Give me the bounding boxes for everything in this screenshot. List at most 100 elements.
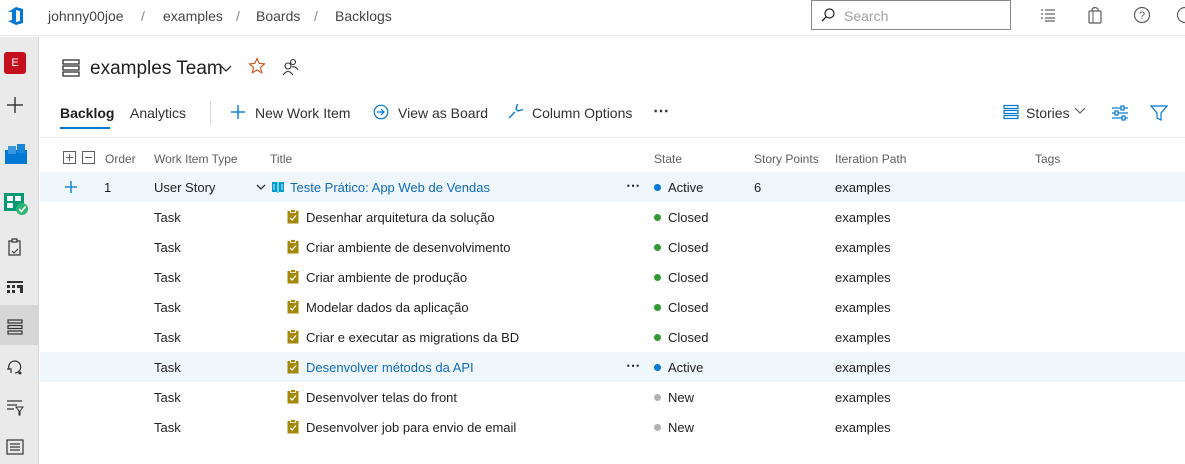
chevron-down-icon[interactable] bbox=[256, 182, 266, 192]
title-link[interactable]: Teste Prático: App Web de Vendas bbox=[290, 180, 490, 195]
type-cell: User Story bbox=[154, 180, 216, 195]
marketplace-bag-icon[interactable] bbox=[1086, 6, 1104, 24]
backlog-level-selector[interactable]: Stories bbox=[1026, 105, 1070, 121]
svg-text:?: ? bbox=[1139, 10, 1145, 22]
column-header-order[interactable]: Order bbox=[105, 152, 136, 166]
azure-devops-logo-icon[interactable] bbox=[6, 6, 26, 26]
title-link[interactable]: Desenvolver job para envio de email bbox=[306, 420, 516, 435]
tab-backlog[interactable]: Backlog bbox=[60, 105, 114, 121]
breadcrumb-project[interactable]: examples bbox=[163, 8, 223, 24]
table-row[interactable]: Task Desenhar arquitetura da solução Clo… bbox=[40, 202, 1185, 232]
search-icon bbox=[820, 7, 836, 23]
iteration-cell: examples bbox=[835, 420, 891, 435]
table-row[interactable]: Task Desenvolver telas do front New exam… bbox=[40, 382, 1185, 412]
state-label: Closed bbox=[668, 270, 709, 285]
add-child-icon[interactable] bbox=[64, 180, 78, 194]
taskboard-icon[interactable] bbox=[5, 277, 25, 297]
queries-icon[interactable] bbox=[5, 397, 25, 417]
backlogs-icon[interactable] bbox=[5, 317, 25, 337]
chevron-down-icon[interactable] bbox=[1074, 106, 1086, 116]
add-icon[interactable] bbox=[5, 95, 25, 115]
command-bar-divider bbox=[40, 137, 1185, 138]
table-row[interactable]: Task Criar ambiente de desenvolvimento C… bbox=[40, 232, 1185, 262]
wrench-icon[interactable] bbox=[507, 104, 523, 120]
state-dot bbox=[654, 304, 661, 311]
expand-all-icon[interactable] bbox=[63, 151, 76, 164]
task-icon bbox=[287, 389, 299, 404]
top-bar: johnny00joe / examples / Boards / Backlo… bbox=[0, 0, 1185, 36]
help-icon[interactable]: ? bbox=[1133, 6, 1151, 24]
table-row[interactable]: 1 User Story Teste Prático: App Web de V… bbox=[40, 172, 1185, 202]
column-header-iteration-path[interactable]: Iteration Path bbox=[835, 152, 906, 166]
table-row[interactable]: Task Modelar dados da aplicação Closed e… bbox=[40, 292, 1185, 322]
add-icon[interactable] bbox=[230, 104, 246, 120]
table-row[interactable]: Task Desenvolver job para envio de email… bbox=[40, 412, 1185, 442]
type-cell: Task bbox=[154, 360, 181, 375]
sprints-icon[interactable] bbox=[5, 357, 25, 377]
team-selector[interactable]: examples Team bbox=[90, 58, 223, 80]
row-more-button[interactable]: ⋯ bbox=[626, 357, 640, 374]
view-options-icon[interactable] bbox=[1111, 104, 1129, 122]
state-dot bbox=[654, 424, 661, 431]
filter-icon[interactable] bbox=[1150, 104, 1168, 122]
iteration-cell: examples bbox=[835, 330, 891, 345]
overview-icon[interactable] bbox=[4, 142, 28, 166]
search-box[interactable]: Search bbox=[811, 0, 1011, 30]
breadcrumb-org[interactable]: johnny00joe bbox=[48, 8, 124, 24]
work-items-icon[interactable] bbox=[5, 237, 25, 257]
column-header-title[interactable]: Title bbox=[270, 152, 292, 166]
team-members-icon[interactable] bbox=[281, 58, 299, 76]
column-header-work-item-type[interactable]: Work Item Type bbox=[154, 152, 238, 166]
user-avatar-icon[interactable] bbox=[1176, 6, 1185, 24]
column-header-state[interactable]: State bbox=[654, 152, 682, 166]
divider bbox=[210, 101, 211, 125]
task-icon bbox=[287, 359, 299, 374]
title-link[interactable]: Criar ambiente de produção bbox=[306, 270, 467, 285]
row-more-button[interactable]: ⋯ bbox=[626, 177, 640, 194]
search-input[interactable]: Search bbox=[844, 8, 888, 24]
state-label: Closed bbox=[668, 300, 709, 315]
state-dot bbox=[654, 334, 661, 341]
state-cell: Active bbox=[654, 180, 703, 195]
title-link[interactable]: Criar e executar as migrations da BD bbox=[306, 330, 519, 345]
breadcrumb-separator: / bbox=[141, 8, 145, 24]
view-as-board-icon[interactable] bbox=[373, 104, 389, 120]
state-label: Active bbox=[668, 360, 704, 375]
settings-list-icon[interactable] bbox=[1039, 6, 1057, 24]
backlog-level-icon[interactable] bbox=[1003, 104, 1019, 120]
project-avatar[interactable]: E bbox=[4, 52, 26, 74]
breadcrumb-separator: / bbox=[236, 8, 240, 24]
title-link[interactable]: Desenvolver métodos da API bbox=[306, 360, 474, 375]
new-work-item-button[interactable]: New Work Item bbox=[255, 105, 350, 121]
chevron-down-icon[interactable] bbox=[220, 64, 232, 74]
delivery-plans-icon[interactable] bbox=[5, 437, 25, 457]
task-icon bbox=[287, 269, 299, 284]
breadcrumb-page[interactable]: Backlogs bbox=[335, 8, 392, 24]
state-cell: New bbox=[654, 420, 694, 435]
title-link[interactable]: Criar ambiente de desenvolvimento bbox=[306, 240, 511, 255]
state-dot bbox=[654, 244, 661, 251]
collapse-all-icon[interactable] bbox=[82, 151, 95, 164]
title-link[interactable]: Desenvolver telas do front bbox=[306, 390, 457, 405]
table-row[interactable]: Task Criar ambiente de produção Closed e… bbox=[40, 262, 1185, 292]
breadcrumb-hub[interactable]: Boards bbox=[256, 8, 300, 24]
type-cell: Task bbox=[154, 390, 181, 405]
table-row[interactable]: Task Criar e executar as migrations da B… bbox=[40, 322, 1185, 352]
state-label: Closed bbox=[668, 330, 709, 345]
title-link[interactable]: Modelar dados da aplicação bbox=[306, 300, 469, 315]
favorite-star-icon[interactable] bbox=[248, 57, 266, 75]
table-row[interactable]: Task Desenvolver métodos da API ⋯ Active… bbox=[40, 352, 1185, 382]
state-dot bbox=[654, 394, 661, 401]
type-cell: Task bbox=[154, 270, 181, 285]
view-as-board-button[interactable]: View as Board bbox=[398, 105, 488, 121]
boards-icon[interactable] bbox=[3, 190, 29, 216]
more-actions-button[interactable]: ⋯ bbox=[653, 101, 669, 121]
title-link[interactable]: Desenhar arquitetura da solução bbox=[306, 210, 495, 225]
state-label: Closed bbox=[668, 240, 709, 255]
column-header-story-points[interactable]: Story Points bbox=[754, 152, 819, 166]
state-dot bbox=[654, 214, 661, 221]
iteration-cell: examples bbox=[835, 240, 891, 255]
tab-analytics[interactable]: Analytics bbox=[130, 105, 186, 121]
column-header-tags[interactable]: Tags bbox=[1035, 152, 1060, 166]
column-options-button[interactable]: Column Options bbox=[532, 105, 632, 121]
